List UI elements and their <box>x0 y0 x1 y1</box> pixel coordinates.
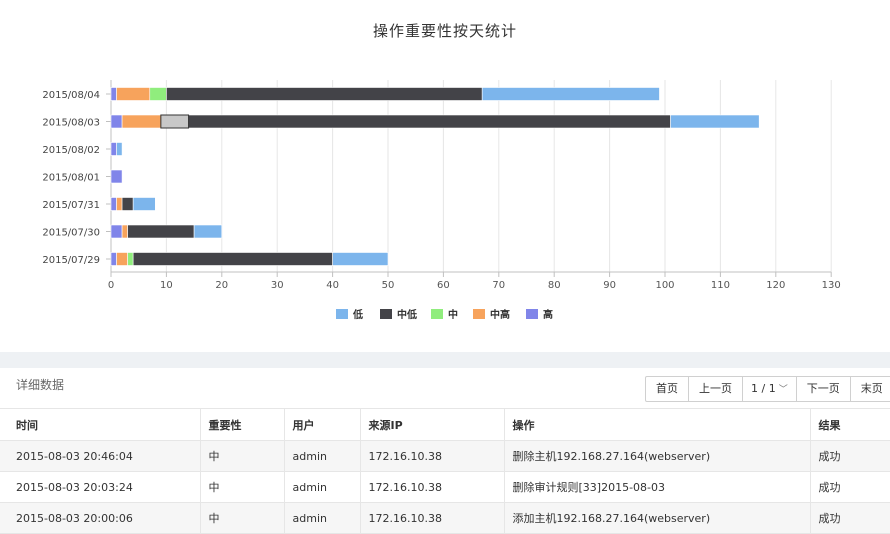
bar-segment <box>110 114 123 129</box>
legend-swatch <box>526 309 538 319</box>
x-tick-label: 10 <box>160 280 173 291</box>
bar-segment <box>149 87 167 101</box>
cell-importance: 中 <box>200 471 285 503</box>
x-tick-label: 20 <box>215 280 228 291</box>
cell-importance: 中 <box>200 502 285 534</box>
bar-segment <box>132 252 333 266</box>
cell-time: 2015-08-03 20:46:04 <box>0 440 201 472</box>
details-title: 详细数据 <box>16 378 65 392</box>
column-header-source-ip[interactable]: 来源IP <box>360 408 505 441</box>
x-tick-label: 90 <box>603 280 616 291</box>
bar-segment <box>193 224 223 239</box>
cell-user: admin <box>284 502 361 534</box>
page-select-value: 1 / 1 <box>751 382 776 395</box>
cell-user: admin <box>284 440 361 472</box>
first-page-button[interactable]: 首页 <box>646 377 689 401</box>
legend-label: 低 <box>352 308 363 321</box>
cell-user: admin <box>284 471 361 503</box>
hover-highlight-segment <box>160 114 190 129</box>
legend-label: 高 <box>543 308 553 321</box>
bar-segment <box>121 224 128 239</box>
bar-segment <box>110 169 123 184</box>
x-tick-label: 70 <box>492 280 505 291</box>
column-header-importance[interactable]: 重要性 <box>200 408 285 441</box>
y-category-label: 2015/08/02 <box>42 145 100 156</box>
y-category-label: 2015/07/31 <box>42 200 100 211</box>
table-row[interactable]: 2015-08-03 20:46:04 中 admin 172.16.10.38… <box>0 440 890 472</box>
bar-segment <box>332 252 389 266</box>
bar-segment <box>110 87 117 101</box>
legend-swatch <box>336 309 348 319</box>
column-header-time[interactable]: 时间 <box>0 408 201 441</box>
cell-result: 成功 <box>810 440 890 472</box>
cell-source-ip: 172.16.10.38 <box>360 440 505 472</box>
bar-segment <box>132 197 156 211</box>
legend-swatch <box>473 309 485 319</box>
table-row[interactable]: 2015-08-03 20:03:24 中 admin 172.16.10.38… <box>0 471 890 503</box>
chevron-down-icon: ﹀ <box>778 385 788 395</box>
bar-segment <box>121 114 162 129</box>
stacked-bar-chart: 0 10 20 30 40 50 60 70 80 90 100 110 120 130 2015/08/0… <box>42 80 841 321</box>
bar-segment <box>116 142 123 156</box>
bar-segment <box>127 224 195 239</box>
x-tick-label: 0 <box>108 280 114 291</box>
y-category-label: 2015/08/04 <box>42 90 100 101</box>
bar-segment <box>160 114 671 129</box>
legend-swatch <box>431 309 443 319</box>
bar-segment <box>166 87 483 101</box>
legend-label: 中低 <box>397 308 417 321</box>
bar-segment <box>121 197 134 211</box>
table-header-row: 时间 重要性 用户 来源IP 操作 结果 <box>0 408 890 441</box>
x-tick-label: 60 <box>437 280 450 291</box>
cell-source-ip: 172.16.10.38 <box>360 471 505 503</box>
legend-label: 中高 <box>490 308 510 321</box>
x-tick-label: 50 <box>382 280 395 291</box>
page-select[interactable]: 1 / 1 ﹀ <box>743 377 797 401</box>
cell-time: 2015-08-03 20:03:24 <box>0 471 201 503</box>
last-page-button[interactable]: 末页 <box>851 377 890 401</box>
cell-source-ip: 172.16.10.38 <box>360 502 505 534</box>
x-tick-label: 120 <box>766 280 785 291</box>
bar-segment <box>116 87 151 101</box>
legend-label: 中 <box>448 308 458 321</box>
y-category-label: 2015/07/29 <box>42 255 100 266</box>
bar-segment <box>110 224 123 239</box>
cell-time: 2015-08-03 20:00:06 <box>0 502 201 534</box>
table-row[interactable]: 2015-08-03 20:00:06 中 admin 172.16.10.38… <box>0 502 890 534</box>
cell-operation: 删除审计规则[33]2015-08-03 <box>504 471 811 503</box>
x-tick-label: 100 <box>655 280 674 291</box>
details-table: 时间 重要性 用户 来源IP 操作 结果 2015-08-03 20:46:04… <box>0 408 890 534</box>
bar-segment <box>110 142 117 156</box>
chart-panel: 操作重要性按天统计 0 10 20 30 40 50 60 70 80 90 100 110 120 13… <box>0 0 890 352</box>
bar-segment <box>110 252 117 266</box>
bar-segment <box>110 197 117 211</box>
cell-importance: 中 <box>200 440 285 472</box>
y-category-label: 2015/08/03 <box>42 118 100 129</box>
column-header-result[interactable]: 结果 <box>810 408 890 441</box>
cell-operation: 添加主机192.168.27.164(webserver) <box>504 502 811 534</box>
legend-swatch <box>380 309 392 319</box>
y-category-label: 2015/08/01 <box>42 173 100 184</box>
next-page-button[interactable]: 下一页 <box>797 377 851 401</box>
bar-segment <box>116 252 128 266</box>
x-tick-label: 110 <box>711 280 730 291</box>
x-tick-label: 80 <box>548 280 561 291</box>
y-category-label: 2015/07/30 <box>42 228 100 239</box>
bar-segment <box>670 114 760 129</box>
column-header-operation[interactable]: 操作 <box>504 408 811 441</box>
column-header-user[interactable]: 用户 <box>284 408 361 441</box>
bar-segment <box>116 197 123 211</box>
bar-segment <box>481 87 660 101</box>
x-tick-label: 30 <box>271 280 284 291</box>
cell-result: 成功 <box>810 502 890 534</box>
section-divider <box>0 352 890 368</box>
pagination: 首页 上一页 1 / 1 ﹀ 下一页 末页 <box>645 376 890 402</box>
x-tick-label: 40 <box>326 280 339 291</box>
cell-operation: 删除主机192.168.27.164(webserver) <box>504 440 811 472</box>
x-tick-label: 130 <box>822 280 841 291</box>
prev-page-button[interactable]: 上一页 <box>689 377 743 401</box>
cell-result: 成功 <box>810 471 890 503</box>
bar-segment <box>127 252 134 266</box>
